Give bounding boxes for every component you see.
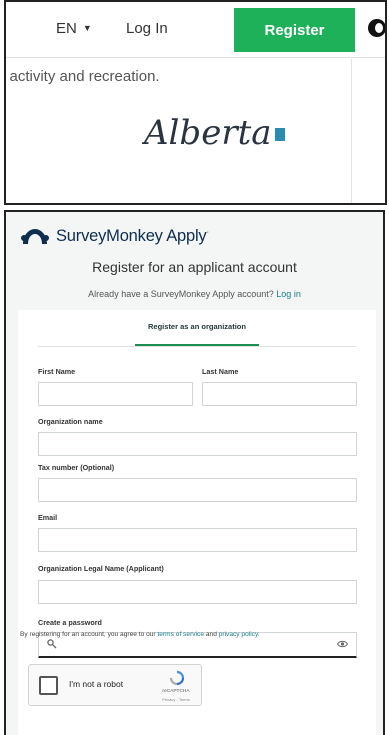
chevron-down-icon: ▼ <box>82 23 92 33</box>
tab-divider <box>38 346 356 347</box>
email-label: Email <box>38 513 58 522</box>
edge-browser-icon[interactable] <box>368 19 385 37</box>
organization-name-label: Organization name <box>38 417 103 426</box>
banner-tagline: l activity and recreation. <box>4 68 160 85</box>
recaptcha-widget: I'm not a robot reCAPTCHA Privacy - Term… <box>28 664 202 706</box>
register-button[interactable]: Register <box>234 8 355 52</box>
last-name-input[interactable] <box>202 382 357 406</box>
tax-number-input[interactable] <box>38 478 357 502</box>
page-title: Register for an applicant account <box>92 259 297 275</box>
recaptcha-label: I'm not a robot <box>69 679 124 689</box>
alberta-logo: Alberta <box>142 113 285 153</box>
brand-name-text: SurveyMonkey Apply <box>56 226 207 245</box>
divider <box>351 59 352 203</box>
tab-active-indicator <box>135 344 259 346</box>
terms-and: and <box>205 631 217 638</box>
surveymonkey-logo-icon <box>21 229 49 244</box>
first-name-label: First Name <box>38 367 76 376</box>
already-text: Already have a SurveyMonkey Apply accoun… <box>88 289 274 299</box>
org-legal-name-input[interactable] <box>38 580 357 604</box>
language-selector[interactable]: EN ▼ <box>56 20 92 37</box>
recaptcha-brand: reCAPTCHA <box>162 689 190 694</box>
top-panel: EN ▼ Log In Register l activity and recre… <box>4 0 387 205</box>
terms-prefix: By registering for an account, you agree… <box>20 631 156 638</box>
alberta-logo-mark <box>275 128 285 141</box>
recaptcha-logo-icon <box>169 670 185 686</box>
brand: SurveyMonkey Apply· <box>20 226 209 246</box>
key-icon <box>47 639 57 649</box>
terms-of-service-link[interactable]: terms of service <box>157 631 204 638</box>
already-have-account: Already have a SurveyMonkey Apply accoun… <box>6 289 383 299</box>
password-label: Create a password <box>38 618 102 627</box>
language-label: EN <box>56 20 77 37</box>
first-name-input[interactable] <box>38 382 193 406</box>
organization-name-input[interactable] <box>38 432 357 456</box>
recaptcha-links[interactable]: Privacy - Terms <box>154 697 198 702</box>
privacy-policy-link[interactable]: privacy policy. <box>219 631 260 638</box>
org-legal-name-label: Organization Legal Name (Applicant) <box>38 564 164 573</box>
brand-name: SurveyMonkey Apply· <box>56 226 209 245</box>
login-link-secondary[interactable]: Log in <box>276 289 301 299</box>
eye-icon[interactable] <box>337 640 348 648</box>
recaptcha-checkbox[interactable] <box>39 676 58 695</box>
last-name-label: Last Name <box>202 367 239 376</box>
terms-text: By registering for an account, you agree… <box>20 631 260 638</box>
tax-number-label: Tax number (Optional) <box>38 463 115 472</box>
top-navigation-bar: EN ▼ Log In Register <box>6 2 385 58</box>
registration-panel: SurveyMonkey Apply· Register for an appl… <box>4 210 385 735</box>
email-input[interactable] <box>38 528 357 552</box>
alberta-logo-text: Alberta <box>142 113 272 153</box>
tab-register-organization[interactable]: Register as an organization <box>18 322 376 331</box>
login-link[interactable]: Log In <box>126 20 168 37</box>
